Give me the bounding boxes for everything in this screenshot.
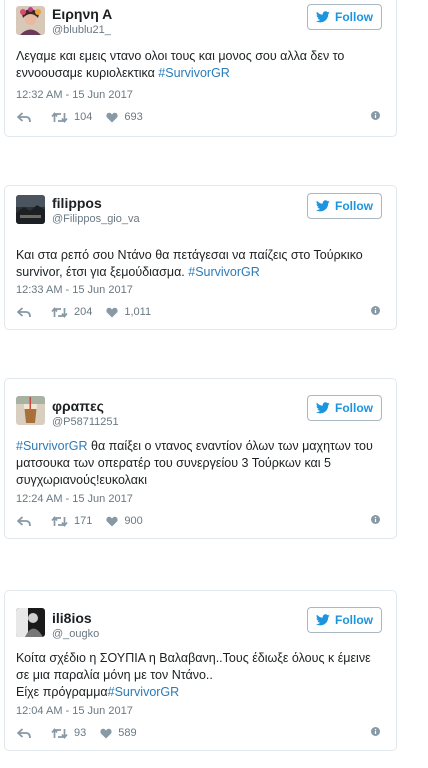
- retweet-icon: [51, 111, 68, 123]
- reply-icon: [17, 727, 31, 738]
- author-handle[interactable]: @_ougko: [52, 628, 99, 640]
- avatar[interactable]: [16, 396, 45, 425]
- follow-button[interactable]: Follow: [307, 4, 382, 30]
- author-name[interactable]: φραπες: [52, 398, 104, 414]
- like-button[interactable]: 589: [100, 727, 137, 739]
- tweet-date[interactable]: 12:24 AM - 15 Jun 2017: [16, 493, 133, 505]
- author-name[interactable]: filippos: [52, 195, 102, 211]
- like-button[interactable]: 900: [106, 515, 143, 527]
- like-count: 1,011: [124, 306, 152, 318]
- reply-button[interactable]: [17, 111, 31, 123]
- author-name[interactable]: Ειρηνη Α: [52, 6, 112, 22]
- info-button[interactable]: [371, 111, 380, 123]
- tweet-date[interactable]: 12:04 AM - 15 Jun 2017: [16, 705, 133, 717]
- hashtag-link[interactable]: #SurvivorGR: [188, 265, 260, 279]
- follow-button[interactable]: Follow: [307, 193, 382, 219]
- twitter-bird-icon: [316, 11, 330, 23]
- reply-icon: [17, 515, 31, 526]
- heart-icon: [106, 516, 118, 526]
- tweet-body: θα παίξει ο ντανος εναντίον όλων των μαχ…: [87, 439, 373, 453]
- tweet-text: #SurvivorGR θα παίξει ο ντανος εναντίον …: [16, 438, 380, 489]
- author-handle[interactable]: @blublu21_: [52, 24, 111, 36]
- like-count: 693: [124, 111, 143, 123]
- avatar[interactable]: [16, 6, 45, 35]
- retweet-button[interactable]: 171: [51, 515, 92, 527]
- tweet-body: Κοίτα σχέδιο η ΣΟΥΠΙΑ η Βαλαβανη..Τους έ…: [16, 651, 371, 682]
- like-count: 900: [124, 515, 143, 527]
- avatar[interactable]: [16, 608, 45, 637]
- tweet-text: Και στα ρεπό σου Ντάνο θα πετάγεσαι να π…: [16, 247, 380, 281]
- info-button[interactable]: [371, 727, 380, 739]
- hashtag-link[interactable]: #SurvivorGR: [108, 685, 180, 699]
- author-handle[interactable]: @P58711251: [52, 416, 119, 428]
- info-button[interactable]: [371, 515, 380, 527]
- retweet-icon: [51, 306, 68, 318]
- twitter-bird-icon: [316, 200, 330, 212]
- heart-icon: [106, 112, 118, 122]
- retweet-count: 204: [74, 306, 93, 318]
- author-handle[interactable]: @Filippos_gio_va: [52, 213, 140, 225]
- tweet-actions: 93 589: [17, 725, 380, 741]
- info-icon: [371, 111, 380, 120]
- follow-button[interactable]: Follow: [307, 395, 382, 421]
- tweet-actions: 204 1,011: [17, 304, 380, 320]
- follow-label: Follow: [335, 401, 373, 415]
- reply-button[interactable]: [17, 727, 31, 739]
- reply-button[interactable]: [17, 306, 31, 318]
- retweet-icon: [51, 727, 68, 739]
- retweet-button[interactable]: 93: [51, 727, 86, 739]
- tweet-date[interactable]: 12:33 AM - 15 Jun 2017: [16, 284, 133, 296]
- twitter-bird-icon: [316, 614, 330, 626]
- reply-icon: [17, 306, 31, 317]
- retweet-button[interactable]: 104: [51, 111, 92, 123]
- tweet-actions: 171 900: [17, 513, 380, 529]
- retweet-count: 171: [74, 515, 93, 527]
- retweet-count: 104: [74, 111, 93, 123]
- follow-button[interactable]: Follow: [307, 607, 382, 633]
- tweet-body-continued: ματσουκα των οπερατέρ του συνεργείου 3 Τ…: [16, 456, 331, 487]
- hashtag-link[interactable]: #SurvivorGR: [16, 439, 88, 453]
- info-button[interactable]: [371, 306, 380, 318]
- tweet-card: Ειρηνη Α @blublu21_ Follow Λεγαμε και εμ…: [4, 0, 397, 137]
- tweet-card: filippos @Filippos_gio_va Follow Και στα…: [4, 185, 397, 330]
- follow-label: Follow: [335, 199, 373, 213]
- like-count: 589: [118, 727, 137, 739]
- info-icon: [371, 727, 380, 736]
- like-button[interactable]: 1,011: [106, 306, 151, 318]
- like-button[interactable]: 693: [106, 111, 143, 123]
- tweet-card: ili8ios @_ougko Follow Κοίτα σχέδιο η ΣΟ…: [4, 590, 397, 751]
- info-icon: [371, 515, 380, 524]
- retweet-count: 93: [74, 727, 87, 739]
- tweet-card: φραπες @P58711251 Follow #SurvivorGR θα …: [4, 378, 397, 539]
- retweet-button[interactable]: 204: [51, 306, 92, 318]
- info-icon: [371, 306, 380, 315]
- tweet-text: Κοίτα σχέδιο η ΣΟΥΠΙΑ η Βαλαβανη..Τους έ…: [16, 650, 380, 701]
- author-name[interactable]: ili8ios: [52, 610, 92, 626]
- tweet-text: Λεγαμε και εμεις ντανο ολοι τους και μον…: [16, 48, 380, 82]
- retweet-icon: [51, 515, 68, 527]
- heart-icon: [106, 307, 118, 317]
- follow-label: Follow: [335, 613, 373, 627]
- tweet-body-continued: Είχε πρόγραμμα: [16, 685, 108, 699]
- tweet-actions: 104 693: [17, 109, 380, 125]
- reply-icon: [17, 111, 31, 122]
- reply-button[interactable]: [17, 515, 31, 527]
- hashtag-link[interactable]: #SurvivorGR: [158, 66, 230, 80]
- twitter-bird-icon: [316, 402, 330, 414]
- follow-label: Follow: [335, 10, 373, 24]
- heart-icon: [100, 728, 112, 738]
- avatar[interactable]: [16, 195, 45, 224]
- tweet-date[interactable]: 12:32 AM - 15 Jun 2017: [16, 89, 133, 101]
